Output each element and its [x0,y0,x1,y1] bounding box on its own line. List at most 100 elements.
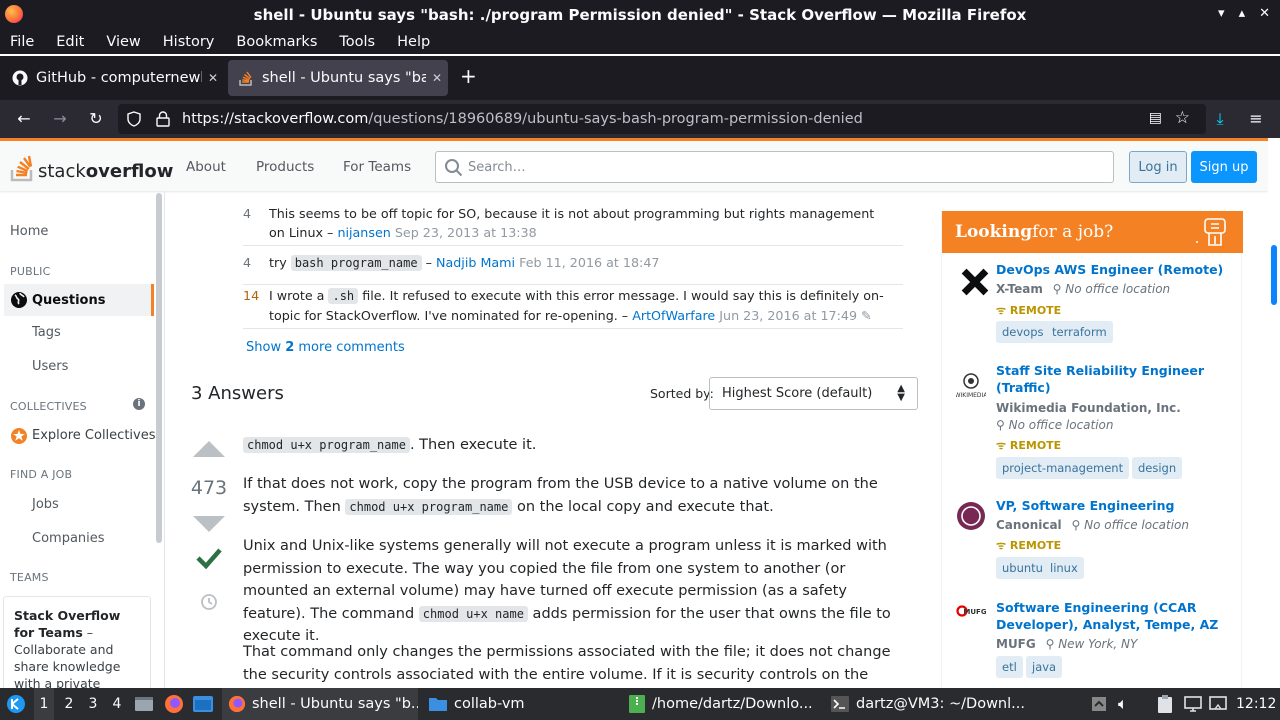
job-title[interactable]: Staff Site Reliability Engineer (Traffic… [996,362,1231,396]
page-scrollbar-thumb[interactable] [1271,245,1277,305]
canonical-logo-icon [957,502,985,530]
comment-user[interactable]: Nadjib Mami [436,255,515,270]
folder-icon [429,698,447,711]
sidebar-scrollbar[interactable] [156,193,162,543]
show-more-comments-link[interactable]: Show 2 more comments [246,340,405,355]
teams-promo[interactable]: Stack Overflow for Teams – Collaborate a… [3,596,151,688]
job-tag[interactable]: project-management [996,457,1130,479]
tab-label: shell - Ubuntu says "bash [262,70,426,86]
workspace-3[interactable]: 3 [84,688,102,720]
login-button[interactable]: Log in [1129,151,1187,183]
job-title[interactable]: VP, Software Engineering [996,497,1231,514]
job-tag[interactable]: java [1026,656,1063,678]
network-icon[interactable] [1183,688,1203,720]
lock-icon[interactable] [156,111,170,127]
minimize-icon[interactable]: ▾ [1218,6,1225,21]
so-logo[interactable]: stack overflow [10,152,173,182]
file-manager-launcher-icon[interactable] [192,688,214,720]
sort-select[interactable]: Highest Score (default) ▲ ▼ [709,377,918,410]
job-title[interactable]: Software Engineering (CCAR Developer), A… [996,599,1231,633]
page-scrollbar[interactable] [1268,138,1280,688]
tab-stackoverflow[interactable]: shell - Ubuntu says "bash ✕ [228,60,448,96]
reader-view-icon[interactable]: ▤ [1149,110,1162,126]
comment-time[interactable]: Feb 11, 2016 at 18:47 [519,255,659,270]
forward-icon[interactable]: → [50,109,70,129]
job-tag[interactable]: etl [996,656,1023,678]
job-title[interactable]: DevOps AWS Engineer (Remote) [996,261,1231,278]
menu-file[interactable]: File [10,34,34,50]
nav-products[interactable]: Products [256,159,314,175]
nav-about[interactable]: About [186,159,226,175]
comment-time[interactable]: Sep 23, 2013 at 13:38 [395,225,537,240]
back-icon[interactable]: ← [14,109,34,129]
new-tab-button[interactable]: + [460,64,477,88]
download-icon[interactable]: ⤓ [1210,109,1230,129]
volume-icon[interactable]: 🔈︎ [1118,688,1128,720]
job-tag[interactable]: ubuntu [996,557,1049,579]
downvote-icon[interactable] [192,515,226,533]
comment-user[interactable]: nijansen [337,225,390,240]
close-icon[interactable]: ✕ [1259,6,1270,21]
history-icon[interactable] [200,593,218,611]
upvote-icon[interactable] [192,440,226,458]
wikimedia-logo-icon: WIKIMEDIA [956,373,986,399]
workspace-1[interactable]: 1 [34,688,54,720]
tray-expand-icon[interactable] [1091,688,1107,720]
taskbar-item-terminal[interactable]: dartz@VM3: ~/Downl... [828,688,1024,720]
show-more-count: 2 [285,340,295,355]
sidebar-home[interactable]: Home [10,224,48,239]
sidebar-heading-public: PUBLIC [10,265,51,278]
taskbar-item-firefox[interactable]: shell - Ubuntu says "b... [222,688,418,720]
edit-pencil-icon[interactable]: ✎ [861,308,872,323]
url-bar[interactable]: https://stackoverflow.com/questions/1896… [118,104,1206,134]
show-more-pre: Show [246,340,286,355]
sidebar-companies[interactable]: Companies [32,531,105,546]
answer-score: 473 [190,477,228,499]
hamburger-menu-icon[interactable]: ≡ [1246,109,1266,129]
tab-github[interactable]: GitHub - computernewb/ ✕ [2,60,224,96]
display-icon[interactable] [1208,688,1228,720]
signup-button[interactable]: Sign up [1191,151,1257,183]
menu-history[interactable]: History [163,34,215,50]
menu-help[interactable]: Help [397,34,430,50]
job-remote: REMOTE [1009,439,1062,452]
workspace-2[interactable]: 2 [60,688,78,720]
tab-close-icon[interactable]: ✕ [426,71,448,85]
sidebar-tags[interactable]: Tags [32,325,61,340]
shield-icon[interactable] [126,111,142,127]
taskbar-item-collab-vm[interactable]: collab-vm [424,688,620,720]
maximize-icon[interactable]: ▴ [1239,6,1246,21]
tab-bar: GitHub - computernewb/ ✕ shell - Ubuntu … [0,56,1280,100]
comment-time[interactable]: Jun 23, 2016 at 17:49 [719,308,857,323]
clipboard-icon[interactable] [1156,688,1174,720]
show-desktop-icon[interactable] [134,688,154,720]
menu-edit[interactable]: Edit [56,34,84,50]
nav-for-teams[interactable]: For Teams [343,159,411,175]
job-location: No office location [1065,282,1171,296]
menu-bookmarks[interactable]: Bookmarks [236,34,317,50]
taskbar-item-archive[interactable]: /home/dartz/Downlo... [626,688,822,720]
taskbar-item-label: dartz@VM3: ~/Downl... [856,696,1024,712]
tab-close-icon[interactable]: ✕ [202,71,224,85]
menu-view[interactable]: View [106,34,140,50]
info-icon[interactable]: i [133,398,145,410]
reload-icon[interactable]: ↻ [86,109,106,129]
sidebar-jobs[interactable]: Jobs [32,497,59,512]
sidebar-explore-collectives[interactable]: Explore Collectives [32,428,156,443]
workspace-4[interactable]: 4 [108,688,126,720]
start-menu-icon[interactable] [6,688,26,720]
job-tag[interactable]: linux [1044,557,1084,579]
nav-bar: ← → ↻ https://stackoverflow.com/question… [0,100,1280,138]
sidebar-users[interactable]: Users [32,359,68,374]
job-tag[interactable]: design [1132,457,1183,479]
sidebar-questions[interactable]: Questions [4,284,154,316]
search-input[interactable]: Search… [435,151,1114,183]
job-tag[interactable]: terraform [1046,321,1113,343]
search-placeholder: Search… [468,159,526,175]
menu-tools[interactable]: Tools [339,34,375,50]
job-tag[interactable]: devops [996,321,1050,343]
comment-code: .sh [328,288,359,304]
bookmark-star-icon[interactable]: ☆ [1175,108,1190,128]
comment-user[interactable]: ArtOfWarfare [632,308,715,323]
firefox-launcher-icon[interactable] [164,688,184,720]
